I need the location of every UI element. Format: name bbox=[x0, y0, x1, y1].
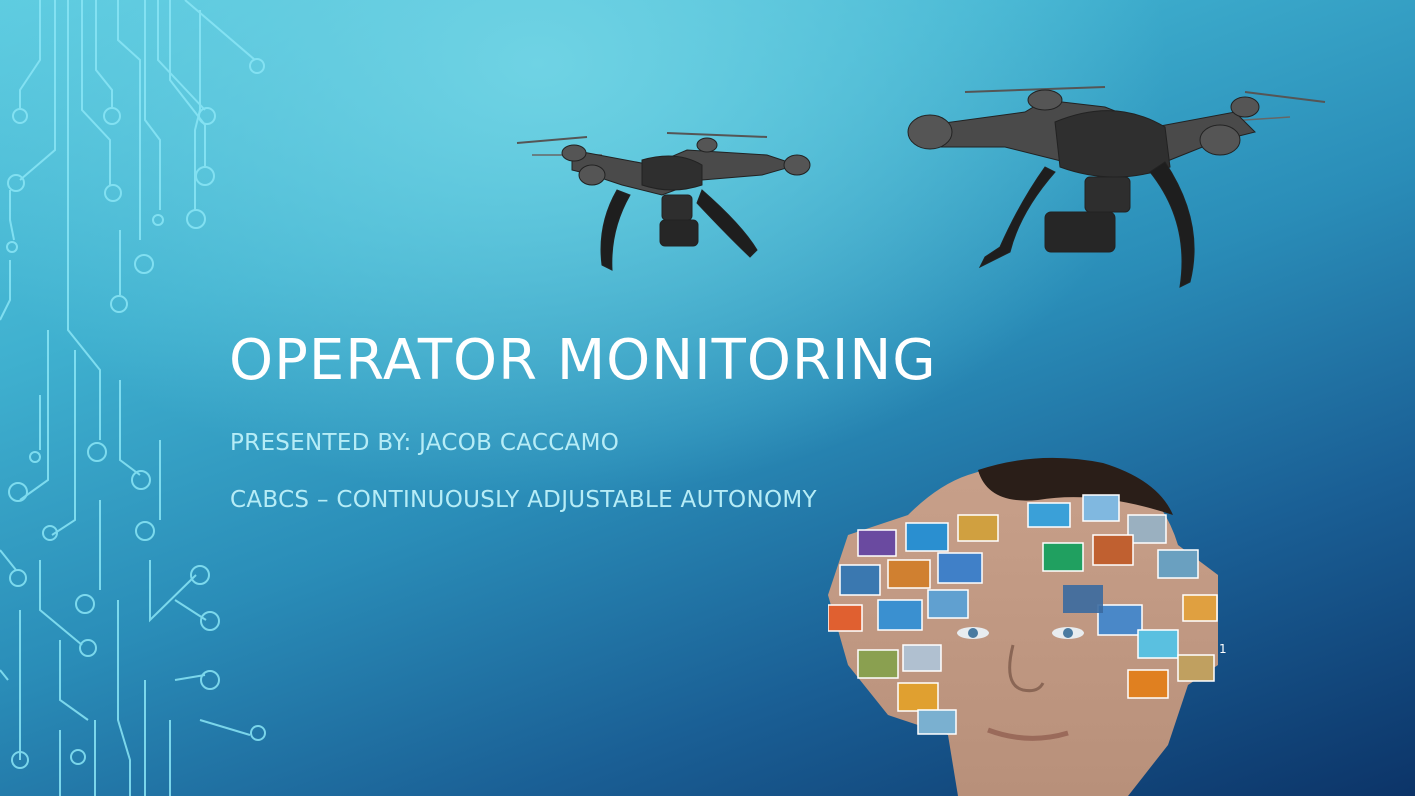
circuit-board-decoration bbox=[0, 0, 266, 796]
presenter-subtitle: PRESENTED BY: JACOB CACCAMO bbox=[230, 430, 620, 456]
drone-right-image bbox=[907, 86, 1326, 288]
slide-title: OPERATOR MONITORING bbox=[229, 328, 937, 393]
person-head-media-image bbox=[828, 457, 1218, 796]
slide-number: 1 bbox=[1219, 642, 1227, 656]
project-subtitle: CABCS – CONTINUOUSLY ADJUSTABLE AUTONOMY bbox=[230, 487, 817, 513]
drone-left-image bbox=[516, 132, 811, 271]
slide: OPERATOR MONITORING PRESENTED BY: JACOB … bbox=[0, 0, 1415, 796]
